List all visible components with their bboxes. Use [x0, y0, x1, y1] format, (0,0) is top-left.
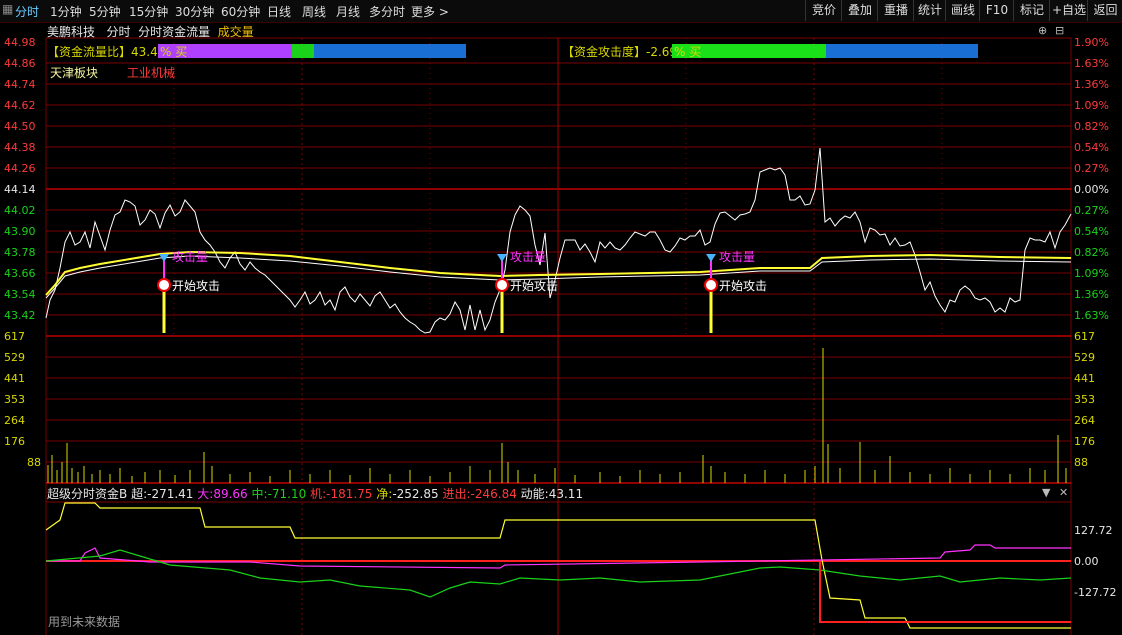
price-tick: 44.74	[4, 78, 36, 91]
pct-tick: 0.82%	[1074, 246, 1109, 259]
board-name[interactable]: 天津板块	[50, 64, 98, 81]
fund-tick: 0.00	[1074, 555, 1099, 568]
price-tick: 43.54	[4, 288, 36, 301]
attack-volume-label: 攻击量	[719, 250, 756, 264]
start-attack-label: 开始攻击	[172, 279, 221, 293]
pct-tick: 0.27%	[1074, 162, 1109, 175]
start-attack-label: 开始攻击	[510, 279, 559, 293]
price-tick: 44.02	[4, 204, 36, 217]
fund-header: 超级分时资金B 超:-271.41 大:89.66 中:-71.10 机:-18…	[47, 487, 584, 501]
price-tick: 44.14	[4, 183, 36, 196]
price-tick: 43.78	[4, 246, 36, 259]
price-tick: 44.38	[4, 141, 36, 154]
attack-sell-segment	[826, 44, 978, 58]
sector-name[interactable]: 工业机械	[127, 64, 175, 81]
pct-tick: 0.54%	[1074, 141, 1109, 154]
flow-sell-segment	[314, 44, 466, 58]
attack-buy-label: % 买	[674, 45, 702, 59]
pct-tick: 0.00%	[1074, 183, 1109, 196]
future-data-note: 用到未来数据	[48, 615, 121, 629]
flow-buy-label: % 买	[160, 45, 188, 59]
vol-tick: 88	[1074, 456, 1088, 469]
price-tick: 44.98	[4, 36, 36, 49]
net-fund-line	[819, 561, 1071, 623]
vol-tick: 353	[4, 393, 25, 406]
vol-tick: 441	[4, 372, 25, 385]
price-tick: 43.66	[4, 267, 36, 280]
pct-tick: 1.36%	[1074, 288, 1109, 301]
attack-volume-label: 攻击量	[172, 250, 209, 264]
flow-ratio-label: 【资金流量比】43.48	[47, 45, 166, 59]
pct-tick: 1.09%	[1074, 267, 1109, 280]
pct-tick: 1.09%	[1074, 99, 1109, 112]
vol-tick: 88	[27, 456, 41, 469]
chart-canvas	[45, 37, 1072, 635]
attack-label: 【资金攻击度】-2.69	[562, 45, 678, 59]
vol-tick: 529	[4, 351, 25, 364]
volume-bars	[47, 348, 1067, 483]
pct-tick: 1.63%	[1074, 57, 1109, 70]
vol-tick: 264	[4, 414, 25, 427]
vol-tick: 176	[1074, 435, 1095, 448]
pct-tick: 1.36%	[1074, 78, 1109, 91]
pct-tick: 0.27%	[1074, 204, 1109, 217]
vol-tick: 264	[1074, 414, 1095, 427]
pct-tick: 0.82%	[1074, 120, 1109, 133]
vol-tick: 617	[4, 330, 25, 343]
dropdown-icon[interactable]: ▼	[1042, 486, 1050, 499]
price-tick: 44.86	[4, 57, 36, 70]
vol-tick: 617	[1074, 330, 1095, 343]
vol-tick: 441	[1074, 372, 1095, 385]
fund-tick: 127.72	[1074, 524, 1113, 537]
price-tick: 44.62	[4, 99, 36, 112]
pct-tick: 1.63%	[1074, 309, 1109, 322]
start-attack-label: 开始攻击	[719, 279, 768, 293]
flow-neutral-segment	[292, 44, 314, 58]
vol-tick: 353	[1074, 393, 1095, 406]
pct-tick: 0.54%	[1074, 225, 1109, 238]
close-icon[interactable]: ✕	[1059, 486, 1068, 499]
pct-tick: 1.90%	[1074, 36, 1109, 49]
attack-volume-label: 攻击量	[510, 250, 547, 264]
fund-tick: -127.72	[1074, 586, 1117, 599]
vol-tick: 176	[4, 435, 25, 448]
price-tick: 44.50	[4, 120, 36, 133]
vol-tick: 529	[1074, 351, 1095, 364]
price-tick: 43.90	[4, 225, 36, 238]
price-tick: 44.26	[4, 162, 36, 175]
price-tick: 43.42	[4, 309, 36, 322]
